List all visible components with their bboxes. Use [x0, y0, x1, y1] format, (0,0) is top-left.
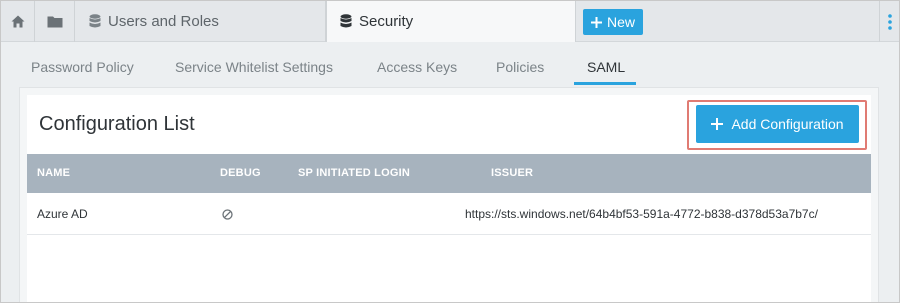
cell-issuer: https://sts.windows.net/64b4bf53-591a-47…	[465, 207, 818, 221]
subtab-service-whitelist-settings[interactable]: Service Whitelist Settings	[175, 43, 333, 87]
plus-icon	[590, 16, 602, 28]
column-header-debug[interactable]: DEBUG	[220, 154, 261, 193]
column-header-issuer[interactable]: ISSUER	[491, 154, 533, 193]
home-icon	[11, 15, 24, 28]
tab-security-label: Security	[359, 13, 414, 30]
new-button[interactable]: New	[583, 9, 643, 35]
app-window: Users and Roles Security New Password Po…	[0, 0, 900, 303]
table-header: NAME DEBUG SP INITIATED LOGIN ISSUER	[27, 154, 871, 193]
top-tab-bar: Users and Roles Security New	[1, 1, 899, 42]
security-subtabs: Password Policy Service Whitelist Settin…	[1, 43, 899, 87]
column-header-sp-initiated-login[interactable]: SP INITIATED LOGIN	[298, 154, 410, 193]
plus-icon	[711, 118, 724, 130]
table-row[interactable]: Azure AD https://sts.windows.net/64b4bf5…	[27, 193, 871, 235]
tab-security[interactable]: Security	[326, 1, 576, 42]
tab-users-label: Users and Roles	[108, 13, 219, 30]
page-title: Configuration List	[39, 113, 195, 135]
subtab-saml[interactable]: SAML	[587, 43, 625, 87]
folder-tab[interactable]	[35, 1, 75, 42]
more-menu-button[interactable]	[879, 1, 899, 42]
database-icon	[89, 14, 101, 28]
subtab-password-policy[interactable]: Password Policy	[31, 43, 134, 87]
home-tab[interactable]	[1, 1, 35, 42]
add-configuration-button[interactable]: Add Configuration	[696, 105, 859, 143]
subtab-policies[interactable]: Policies	[496, 43, 544, 87]
column-header-name[interactable]: NAME	[37, 154, 70, 193]
tab-users-and-roles[interactable]: Users and Roles	[75, 1, 326, 42]
kebab-menu-icon	[887, 13, 892, 30]
active-subtab-indicator	[574, 82, 636, 85]
database-icon	[340, 14, 352, 28]
cell-name: Azure AD	[37, 207, 88, 221]
disabled-icon	[222, 209, 233, 220]
folder-icon	[47, 16, 62, 28]
new-button-label: New	[606, 14, 635, 30]
subtab-access-keys[interactable]: Access Keys	[377, 43, 457, 87]
add-configuration-label: Add Configuration	[731, 116, 844, 132]
